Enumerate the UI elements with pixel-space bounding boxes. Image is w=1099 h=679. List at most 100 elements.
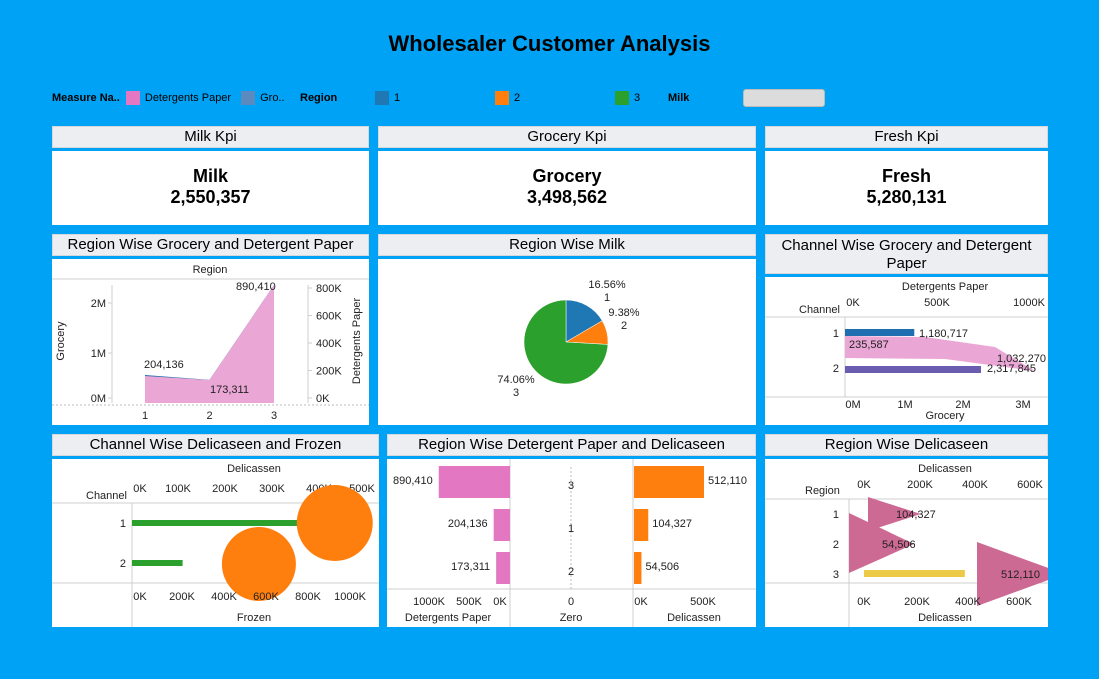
region-legend: Region xyxy=(300,88,337,108)
milk-legend-label: Milk xyxy=(668,92,690,104)
top-axis-title: Detergents Paper xyxy=(902,281,989,293)
row-header: Channel xyxy=(799,304,840,316)
bottom-tick-label: 400K xyxy=(955,596,981,608)
bottom-axis-title: Grocery xyxy=(925,410,965,422)
bottom-axis-title: Delicassen xyxy=(918,612,972,624)
top-tick-label: 1000K xyxy=(1013,297,1045,309)
region-milk-panel: 16.56% 1 9.38% 2 74.06% 3 xyxy=(378,259,756,425)
right-tick-label: 500K xyxy=(690,596,716,608)
top-tick-label: 0K xyxy=(846,297,860,309)
region-milk-title: Region Wise Milk xyxy=(378,234,756,256)
top-tick-label: 0K xyxy=(857,479,871,491)
delicassen-value-label: 54,506 xyxy=(882,539,916,551)
detergents-value-label: 204,136 xyxy=(448,518,488,530)
region-delicassen-panel: Delicassen 0K 200K 400K 600K Region 1 2 3 104,327… xyxy=(765,459,1065,627)
slice-percent-label: 74.06% xyxy=(497,374,535,386)
delicassen-bar-region-3 xyxy=(634,466,704,498)
bottom-tick-label: 3M xyxy=(1015,399,1030,411)
channel-grocery-detergent-panel: Detergents Paper 0K 500K 1000K Channel 1 2 1,18… xyxy=(765,277,1048,425)
left-tick-label: 0M xyxy=(91,393,106,405)
top-tick-label: 500K xyxy=(924,297,950,309)
region-grocery-detergent-chart: Region 0M 1M 2M 0K 200K 400K 600K 800K 1 2 3 204,136… xyxy=(52,264,369,422)
left-axis-title: Grocery xyxy=(55,321,67,361)
milk-range-slider[interactable] xyxy=(743,89,825,107)
region-legend-1[interactable]: 1 xyxy=(375,88,400,108)
right-tick-label: 400K xyxy=(316,338,342,350)
bottom-tick-label: 200K xyxy=(904,596,930,608)
top-tick-label: 300K xyxy=(259,483,285,495)
channel-label: 1 xyxy=(120,518,126,530)
top-tick-label: 600K xyxy=(1017,479,1043,491)
region-grocery-detergent-panel: Region 0M 1M 2M 0K 200K 400K 600K 800K 1 2 3 204,136… xyxy=(52,259,369,425)
left-tick-label: 1000K xyxy=(413,596,445,608)
region-detergent-delicassen-title: Region Wise Detergent Paper and Delicase… xyxy=(387,434,756,456)
channel-label: 2 xyxy=(833,363,839,375)
slice-region-label: 2 xyxy=(621,320,627,332)
delicassen-bar-channel-1 xyxy=(132,520,326,526)
bottom-tick-label: 800K xyxy=(295,591,321,603)
grocery-swatch[interactable] xyxy=(241,91,256,105)
region-3-label[interactable]: 3 xyxy=(634,92,640,104)
measure-legend-label: Measure Na.. xyxy=(52,92,120,104)
region-label: 2 xyxy=(833,539,839,551)
detergents-point-label: 890,410 xyxy=(236,281,276,293)
grocery-kpi-value: 3,498,562 xyxy=(526,187,608,207)
channel-label: 2 xyxy=(120,558,126,570)
top-tick-label: 400K xyxy=(962,479,988,491)
delicassen-bar-region-3 xyxy=(864,570,965,577)
frozen-circle-channel-1 xyxy=(296,485,373,561)
slice-region-label: 3 xyxy=(513,387,519,399)
milk-kpi-title: Milk Kpi xyxy=(52,126,369,148)
region-detergent-delicassen-panel: 890,410 3 512,110 204,136 1 104,327 173,311 2 54… xyxy=(387,459,756,627)
grocery-bar-label: 2,317,845 xyxy=(987,363,1036,375)
left-tick-label: 1M xyxy=(91,348,106,360)
region-label: 2 xyxy=(568,566,574,578)
bottom-tick-label: 1M xyxy=(897,399,912,411)
channel-grocery-detergent-title: Channel Wise Grocery and Detergent Paper xyxy=(765,234,1048,274)
fresh-kpi-value: 5,280,131 xyxy=(866,187,947,207)
detergents-swatch[interactable] xyxy=(125,91,140,105)
detergents-legend-item[interactable]: Detergents Paper xyxy=(145,92,231,104)
region-header: Region xyxy=(193,264,228,276)
channel-delicassen-frozen-panel: Delicassen0K100K200K300K400K500KChannel1… xyxy=(52,459,379,627)
dashboard-title: Wholesaler Customer Analysis xyxy=(388,31,711,56)
region-1-swatch[interactable] xyxy=(375,91,389,105)
right-axis-title: Delicassen xyxy=(667,612,721,624)
delicassen-bar-channel-2 xyxy=(132,560,183,566)
region-legend-2[interactable]: 2 xyxy=(495,88,520,108)
channel-delicassen-frozen-title: Channel Wise Delicaseen and Frozen xyxy=(52,434,379,456)
bottom-tick-label: 600K xyxy=(253,591,279,603)
grocery-legend-item[interactable]: Gro.. xyxy=(260,92,284,104)
region-3-swatch[interactable] xyxy=(615,91,629,105)
right-tick-label: 0K xyxy=(316,393,330,405)
frozen-circle-channel-2 xyxy=(221,527,296,601)
fresh-kpi-name: Fresh xyxy=(881,166,932,186)
delicassen-value-label: 104,327 xyxy=(652,518,692,530)
region-2-swatch[interactable] xyxy=(495,91,509,105)
grocery-kpi-card: Grocery 3,498,562 xyxy=(378,151,756,225)
measure-legend: Measure Na.. Detergents Paper Gro.. xyxy=(52,88,285,108)
milk-kpi-value: 2,550,357 xyxy=(170,187,251,207)
grocery-bar-channel-2 xyxy=(845,366,981,373)
top-tick-label: 200K xyxy=(212,483,238,495)
bottom-tick-label: 600K xyxy=(1006,596,1032,608)
grocery-bar-label: 1,180,717 xyxy=(919,328,968,340)
region-1-label[interactable]: 1 xyxy=(394,92,400,104)
bottom-axis-title: Frozen xyxy=(237,612,271,624)
channel-delicassen-frozen-chart: Delicassen0K100K200K300K400K500KChannel1… xyxy=(52,463,379,627)
region-milk-chart: 16.56%1 9.38%2 74.06%3 xyxy=(497,279,639,399)
bottom-tick-label: 0M xyxy=(845,399,860,411)
top-axis-title: Delicassen xyxy=(227,463,281,475)
region-label: 3 xyxy=(568,480,574,492)
region-legend-label: Region xyxy=(300,92,338,104)
right-tick-label: 0K xyxy=(634,596,648,608)
bottom-tick-label: 0K xyxy=(133,591,147,603)
detergents-value-label: 173,311 xyxy=(451,561,490,573)
region-2-label[interactable]: 2 xyxy=(514,92,520,104)
delicassen-bar-region-2 xyxy=(634,552,642,584)
region-legend-3[interactable]: 3 xyxy=(615,88,640,108)
milk-kpi-name: Milk xyxy=(192,166,228,186)
center-tick-label: 0 xyxy=(568,596,574,608)
delicassen-value-label: 104,327 xyxy=(896,509,936,521)
center-axis-title: Zero xyxy=(560,612,583,624)
